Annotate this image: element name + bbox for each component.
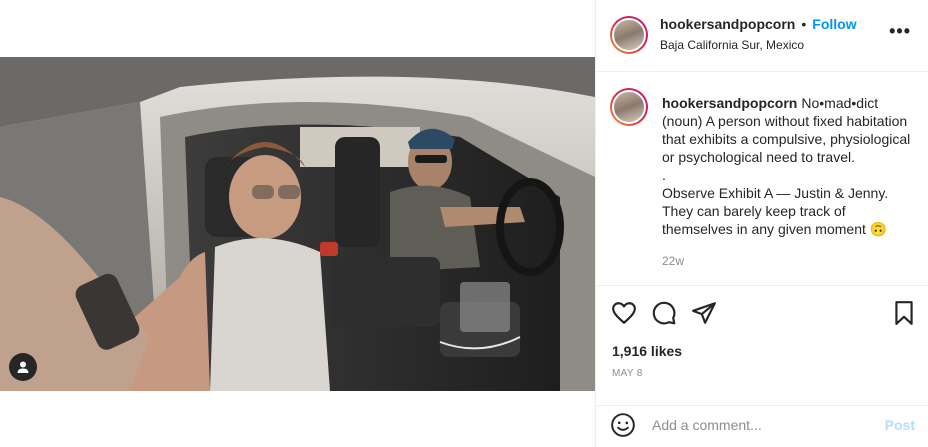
caption-age: 22w [662,254,685,268]
caption-text: hookersandpopcorn No•mad•dict (noun) A pe… [662,94,918,238]
avatar-image [612,90,646,124]
actions-section: 1,916 likes MAY 8 [596,286,928,406]
post-media-panel [0,0,595,447]
caption-avatar[interactable] [610,88,648,126]
more-options-icon[interactable]: ••• [889,22,911,40]
caption-section: hookersandpopcorn No•mad•dict (noun) A pe… [596,72,928,286]
tagged-users-button[interactable] [9,353,37,381]
post-header: hookersandpopcorn • Follow Baja Californ… [596,0,928,72]
location-link[interactable]: Baja California Sur, Mexico [660,38,804,52]
paper-plane-icon[interactable] [691,300,717,326]
avatar[interactable] [610,16,648,54]
post-photo-illustration [0,57,595,391]
header-user-row: hookersandpopcorn • Follow [660,16,857,32]
separator-dot: • [801,16,807,32]
header-username[interactable]: hookersandpopcorn [660,16,795,32]
caption-line-3: Observe Exhibit A — Justin & Jenny. They… [662,185,889,237]
user-icon [17,361,29,373]
post-comment-button[interactable]: Post [885,417,915,433]
post-details-panel: hookersandpopcorn • Follow Baja Californ… [595,0,928,447]
comment-input[interactable] [652,414,872,436]
comment-icon[interactable] [651,300,677,326]
caption-username[interactable]: hookersandpopcorn [662,95,797,111]
post-date: MAY 8 [612,368,643,379]
bookmark-icon[interactable] [891,300,917,326]
follow-button[interactable]: Follow [812,16,856,32]
likes-count[interactable]: 1,916 likes [612,343,682,359]
avatar-image [612,18,646,52]
emoji-icon[interactable] [610,412,636,438]
caption-line-2: . [662,167,666,183]
comment-box: Post [596,406,928,447]
post-photo[interactable] [0,57,595,391]
heart-icon[interactable] [611,300,637,326]
caption-line-1: hookersandpopcorn No•mad•dict (noun) A pe… [662,94,918,166]
